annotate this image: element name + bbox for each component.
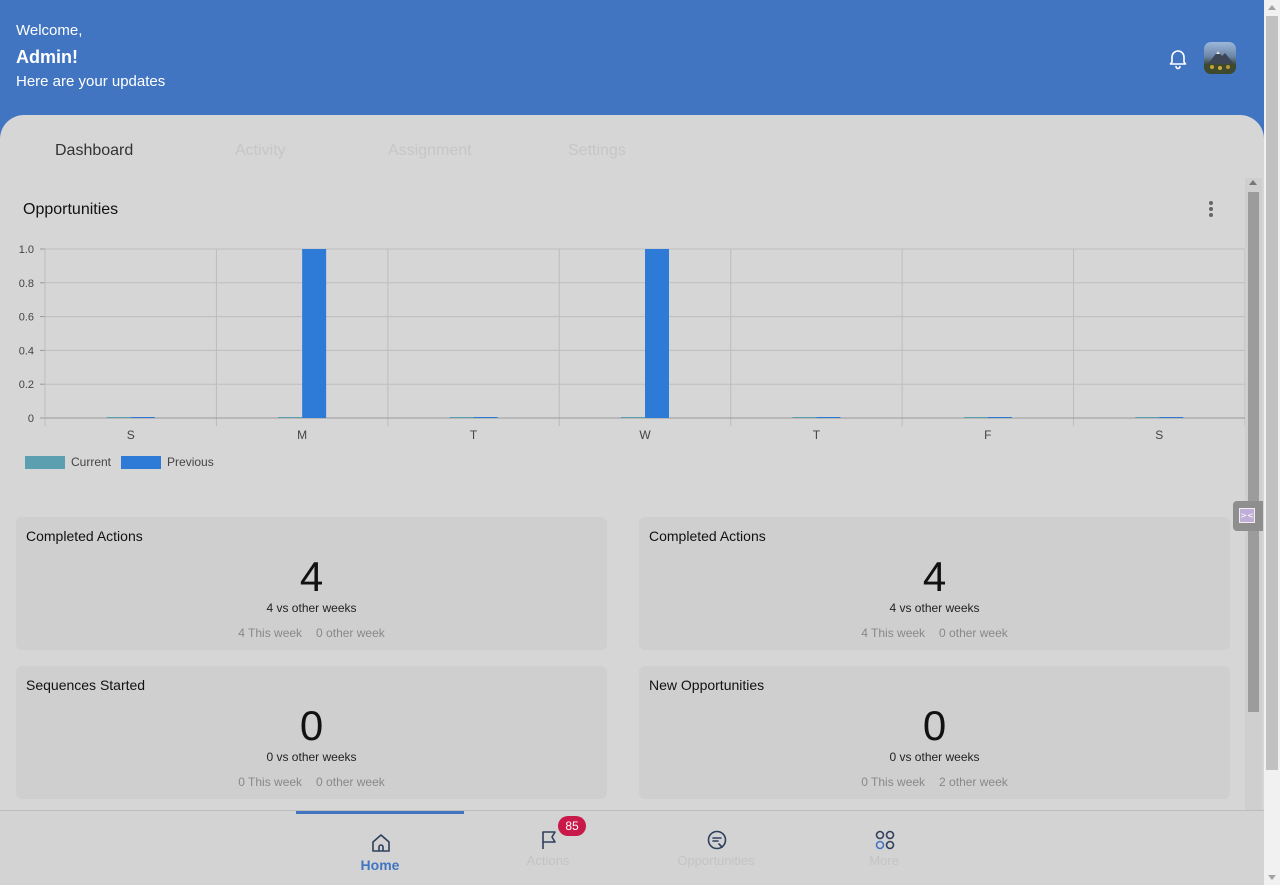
bar-current (1135, 417, 1160, 418)
collapse-icon: >< (1239, 508, 1255, 523)
bar-previous (130, 417, 155, 418)
bar-current (106, 417, 131, 418)
bar-current (278, 417, 303, 418)
x-tick-label: F (984, 428, 991, 442)
card-this-week: 0 This week (238, 775, 303, 789)
x-tick-label: T (470, 428, 478, 442)
y-tick-label: 1.0 (19, 244, 34, 256)
actions-badge: 85 (558, 816, 586, 836)
stat-card-new-opportunities: New Opportunities 0 0 vs other weeks 0 T… (639, 666, 1230, 799)
stat-card-sequences-started: Sequences Started 0 0 vs other weeks 0 T… (16, 666, 607, 799)
main-panel: Dashboard Activity Assignment Settings O… (0, 115, 1264, 810)
card-breakdown: 0 This week 0 other week (16, 775, 607, 789)
card-value: 4 (922, 553, 947, 600)
flag-icon (538, 829, 560, 851)
card-breakdown: 0 This week 2 other week (639, 775, 1230, 789)
tab-assignment[interactable]: Assignment (388, 142, 472, 160)
avatar[interactable] (1204, 42, 1236, 74)
y-tick-label: 0.4 (19, 345, 34, 357)
bottom-navigation: Home Actions Opportunities More (0, 810, 1264, 885)
tab-activity[interactable]: Activity (235, 142, 286, 160)
nav-opportunities[interactable]: Opportunities (632, 811, 800, 885)
side-toggle-button[interactable]: >< (1233, 501, 1263, 531)
page-scrollbar[interactable] (1264, 0, 1280, 885)
opportunities-title: Opportunities (23, 201, 119, 218)
scroll-up-arrow-icon[interactable] (1268, 5, 1276, 10)
chart-legend: Current Previous (25, 455, 224, 469)
card-breakdown: 4 This week 0 other week (16, 626, 607, 640)
nav-actions-label: Actions (526, 853, 570, 868)
card-title: New Opportunities (649, 677, 765, 693)
nav-actions[interactable]: Actions (464, 811, 632, 885)
card-title: Sequences Started (26, 677, 146, 693)
y-tick-label: 0.2 (19, 379, 34, 391)
opportunities-chart: 0 0.2 0.4 0.6 0.8 1.0 S M T W T F S (19, 244, 1246, 442)
home-icon (370, 832, 392, 854)
nav-more[interactable]: More (800, 811, 968, 885)
card-this-week: 4 This week (238, 626, 303, 640)
legend-label-previous: Previous (167, 455, 214, 469)
y-tick-label: 0.6 (19, 312, 34, 324)
bar-previous (645, 249, 669, 418)
more-vertical-icon[interactable] (1203, 199, 1219, 221)
card-summary: 4 vs other weeks (889, 601, 980, 615)
nav-more-label: More (869, 853, 899, 868)
card-other-week: 2 other week (939, 775, 1008, 789)
bar-previous (302, 249, 327, 418)
bar-current (449, 417, 474, 418)
card-this-week: 0 This week (861, 775, 926, 789)
x-tick-label: S (1155, 428, 1163, 442)
bar-previous (1159, 417, 1184, 418)
user-name: Admin! (16, 47, 78, 67)
nav-opportunities-label: Opportunities (677, 853, 755, 868)
scroll-down-arrow-icon[interactable] (1268, 875, 1276, 880)
card-breakdown: 4 This week 0 other week (639, 626, 1230, 640)
card-value: 4 (299, 553, 324, 600)
legend-swatch-previous (121, 455, 162, 469)
stat-card-completed-actions: Completed Actions 4 4 vs other weeks 4 T… (16, 517, 607, 650)
card-this-week: 4 This week (861, 626, 926, 640)
bar-current (963, 417, 988, 418)
legend-swatch-current (25, 455, 65, 469)
legend-label-current: Current (71, 455, 112, 469)
card-summary: 0 vs other weeks (266, 750, 357, 764)
bar-previous (987, 417, 1012, 418)
bell-icon[interactable] (1166, 46, 1190, 70)
nav-home[interactable]: Home (296, 811, 464, 885)
bar-current (621, 417, 645, 418)
card-value: 0 (299, 702, 324, 749)
page-scrollbar-thumb[interactable] (1266, 16, 1278, 770)
y-tick-label: 0 (28, 413, 34, 425)
card-title: Completed Actions (649, 528, 766, 544)
x-tick-label: M (297, 428, 307, 442)
tab-settings[interactable]: Settings (568, 142, 626, 160)
stat-card-completed-actions-2: Completed Actions 4 4 vs other weeks 4 T… (639, 517, 1230, 650)
card-summary: 0 vs other weeks (889, 750, 980, 764)
panel-scrollbar[interactable] (1245, 178, 1262, 810)
scroll-up-arrow-icon[interactable] (1249, 180, 1257, 185)
card-other-week: 0 other week (316, 626, 385, 640)
welcome-text: Welcome, (16, 22, 83, 39)
panel-scrollbar-thumb[interactable] (1248, 192, 1259, 712)
card-value: 0 (922, 702, 947, 749)
bar-current (792, 417, 817, 418)
header-subtitle: Here are your updates (16, 73, 166, 90)
card-other-week: 0 other week (316, 775, 385, 789)
card-other-week: 0 other week (939, 626, 1008, 640)
bar-previous (473, 417, 498, 418)
opportunities-icon (706, 829, 728, 851)
x-tick-label: T (813, 428, 821, 442)
grid-icon (874, 829, 896, 851)
nav-home-label: Home (360, 857, 400, 873)
y-tick-label: 0.8 (19, 278, 34, 290)
card-title: Completed Actions (26, 528, 143, 544)
x-tick-label: S (127, 428, 135, 442)
card-summary: 4 vs other weeks (266, 601, 357, 615)
tab-dashboard[interactable]: Dashboard (55, 142, 133, 160)
bar-previous (816, 417, 841, 418)
x-tick-label: W (639, 428, 651, 442)
